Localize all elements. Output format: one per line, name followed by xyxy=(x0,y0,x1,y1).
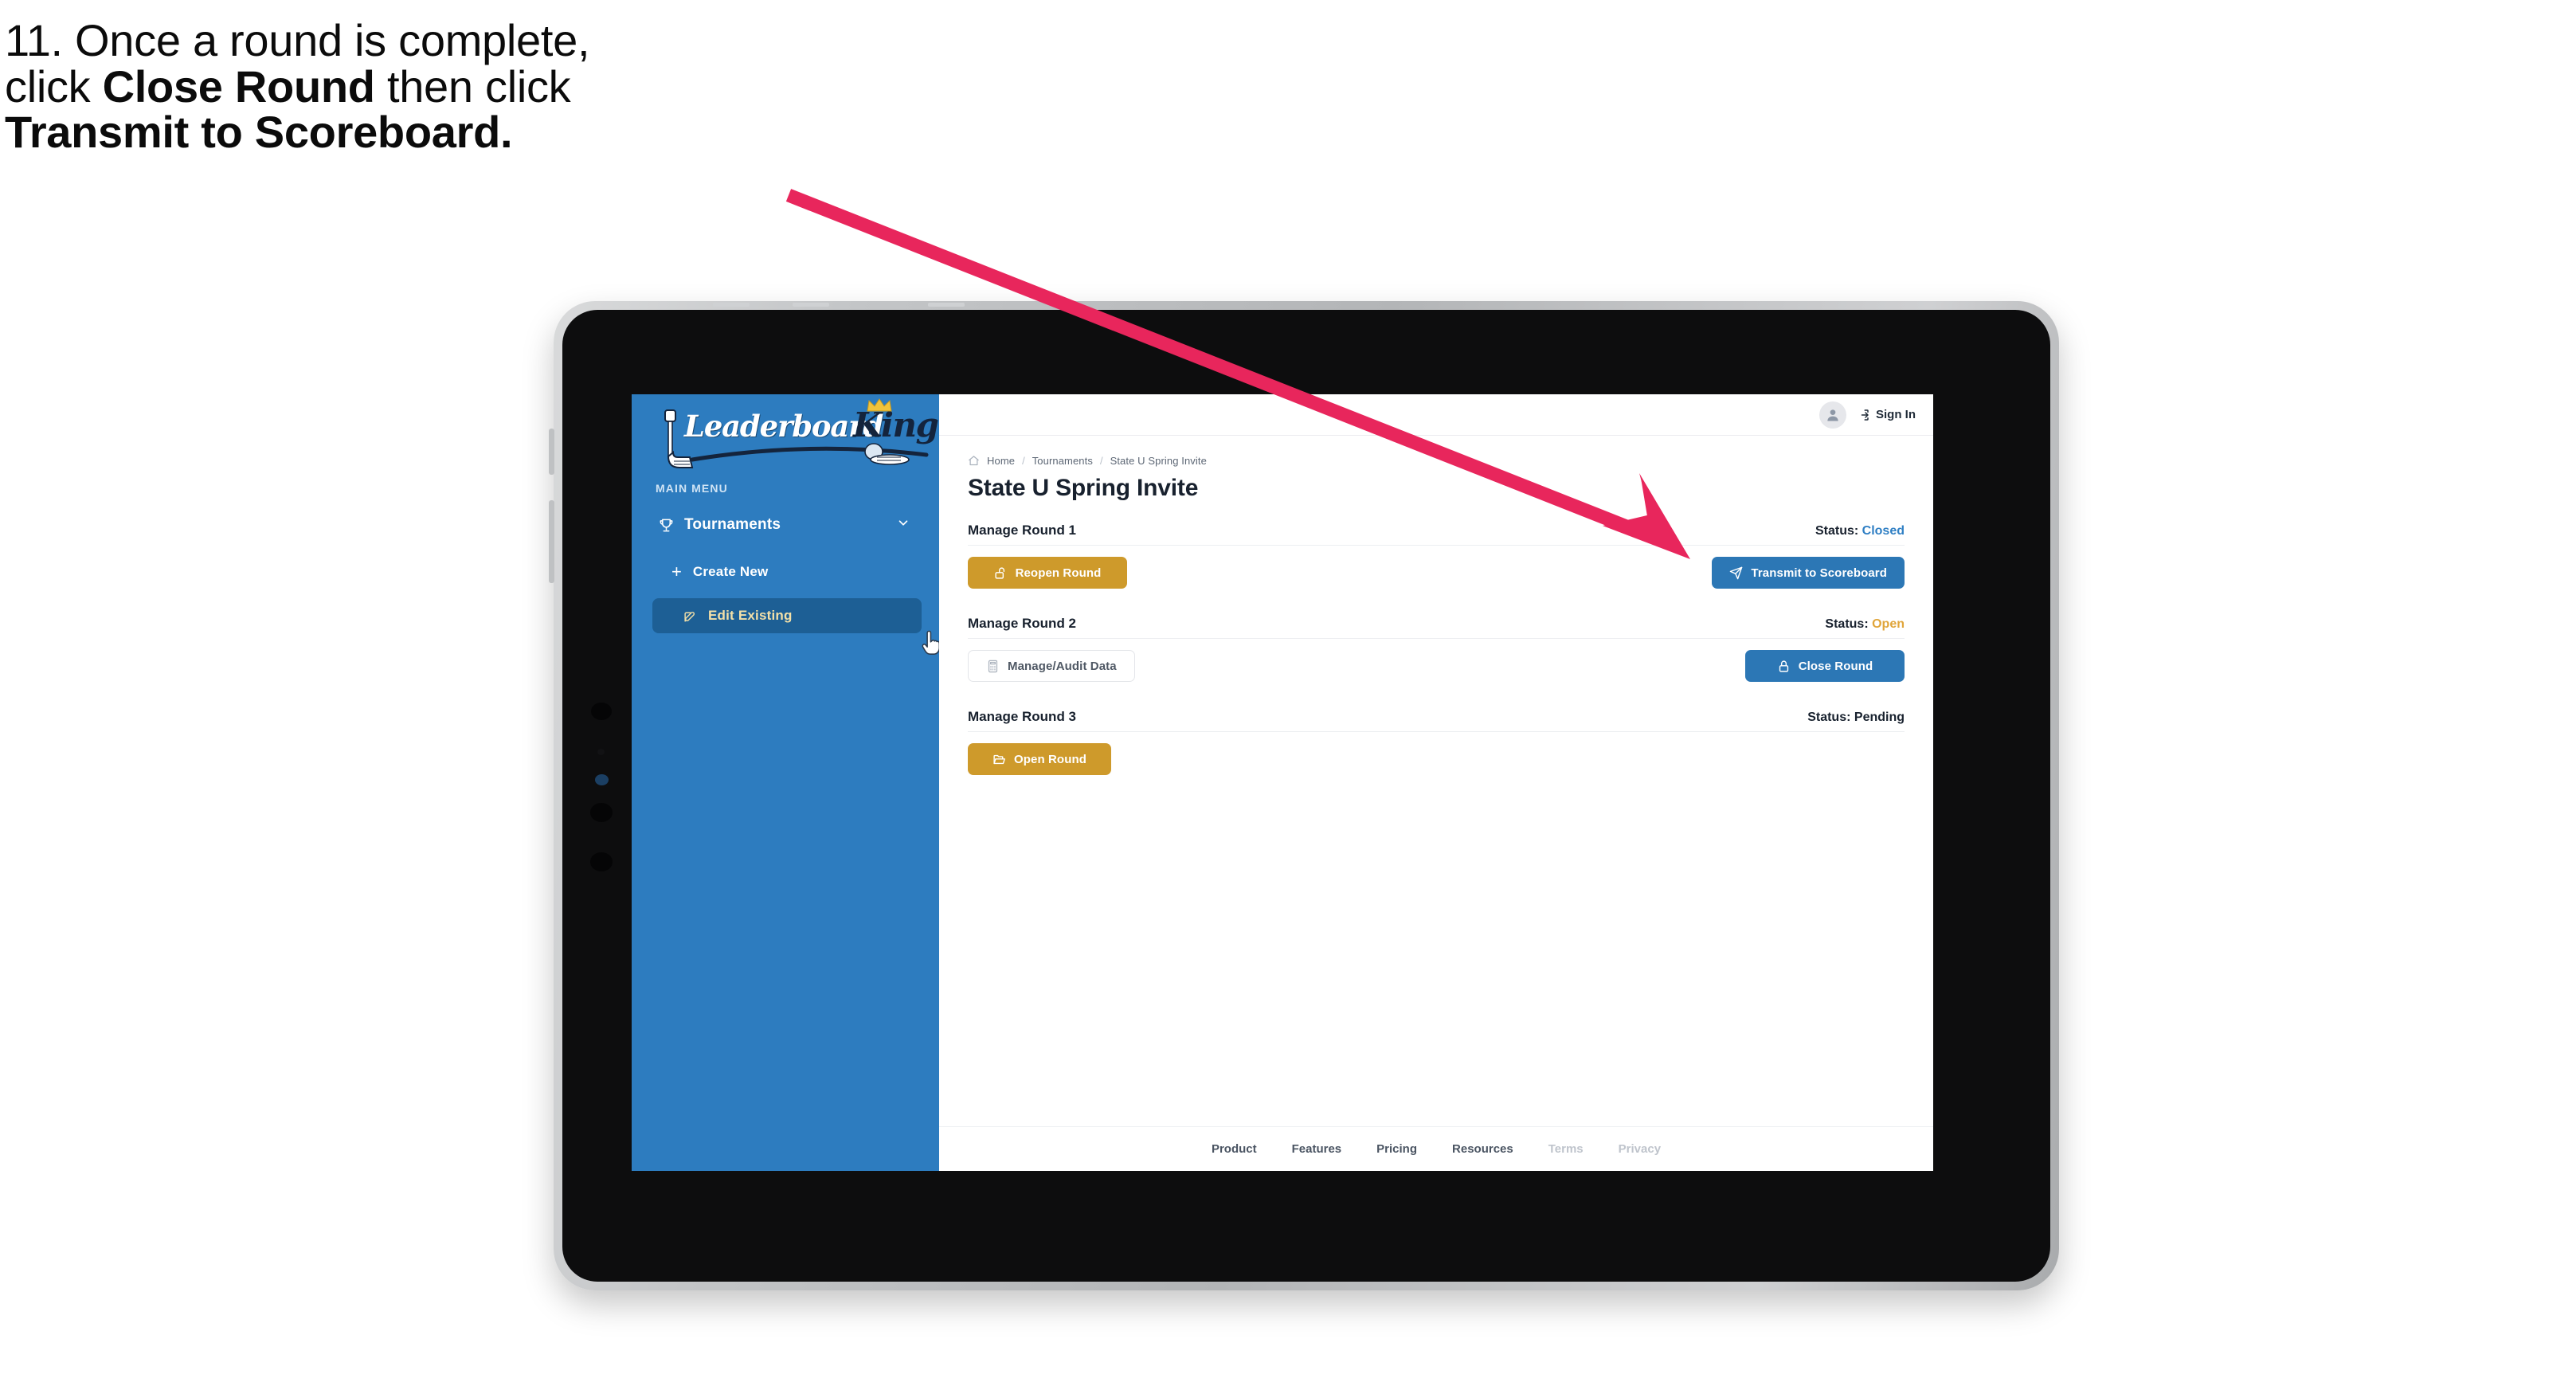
sign-in-arrow-icon xyxy=(1861,409,1869,421)
sidebar-item-tournaments-label: Tournaments xyxy=(684,516,781,533)
avatar[interactable] xyxy=(1819,401,1846,429)
breadcrumb-item-current: State U Spring Invite xyxy=(1110,455,1207,467)
breadcrumb: Home / Tournaments / State U Spring Invi… xyxy=(968,455,1905,467)
sidebar-item-create-new[interactable]: + Create New xyxy=(656,557,918,587)
sidebar-item-edit-existing-label: Edit Existing xyxy=(708,608,793,623)
close-round-label: Close Round xyxy=(1798,659,1873,673)
round-header: Manage Round 3 Status: Pending xyxy=(968,709,1905,732)
round-header: Manage Round 1 Status: Closed xyxy=(968,523,1905,546)
breadcrumb-item-tournaments[interactable]: Tournaments xyxy=(1032,455,1093,467)
caption-line-2-post: then click xyxy=(374,61,571,112)
status-badge: Status: Pending xyxy=(1807,711,1905,725)
breadcrumb-separator: / xyxy=(1022,455,1025,467)
sidebar-section-label: MAIN MENU xyxy=(656,482,728,495)
sign-in-button[interactable]: Sign In xyxy=(1856,408,1916,422)
footer-link-terms[interactable]: Terms xyxy=(1548,1142,1584,1156)
chevron-down-icon[interactable] xyxy=(896,516,910,534)
sidebar-item-tournaments[interactable]: Tournaments xyxy=(644,508,926,542)
page-content: Home / Tournaments / State U Spring Invi… xyxy=(939,436,1933,1126)
round-header: Manage Round 2 Status: Open xyxy=(968,616,1905,639)
app-logo[interactable]: Leaderboard King xyxy=(652,398,939,472)
breadcrumb-item-home[interactable]: Home xyxy=(987,455,1015,467)
bezel-speck xyxy=(713,303,750,307)
caption-line-1: 11. Once a round is complete, xyxy=(5,15,590,65)
footer-link-features[interactable]: Features xyxy=(1292,1142,1342,1156)
caption-line-3: Transmit to Scoreboard. xyxy=(5,109,849,155)
close-round-button[interactable]: Close Round xyxy=(1745,650,1905,682)
main-content: Sign In Home / Tournaments / State U Spr… xyxy=(939,394,1933,1171)
front-camera-icon xyxy=(591,703,612,720)
golf-ball-icon xyxy=(864,443,910,465)
footer: Product Features Pricing Resources Terms… xyxy=(939,1126,1933,1171)
app-screen: Leaderboard King MAIN MENU Tournaments +… xyxy=(632,394,1933,1171)
round-title: Manage Round 3 xyxy=(968,709,1077,724)
caption-line-2-pre: click xyxy=(5,61,103,112)
caption-line-2: click Close Round then click xyxy=(5,61,849,112)
manage-audit-data-label: Manage/Audit Data xyxy=(1008,659,1117,673)
footer-link-pricing[interactable]: Pricing xyxy=(1376,1142,1417,1156)
folder-open-icon xyxy=(993,754,1005,764)
status-badge: Status: Closed xyxy=(1815,524,1905,538)
bezel-speck xyxy=(793,303,829,307)
home-icon[interactable] xyxy=(968,455,980,467)
round-section-2: Manage Round 2 Status: Open Manage/Audit… xyxy=(968,616,1905,682)
screenshot-stage: 11. Once a round is complete, click Clos… xyxy=(0,0,2576,1386)
caption-close-round-emphasis: Close Round xyxy=(102,61,375,112)
trophy-icon xyxy=(656,518,676,533)
calculator-icon xyxy=(988,660,998,672)
sidebar-item-edit-existing[interactable]: Edit Existing xyxy=(652,598,922,633)
transmit-to-scoreboard-button[interactable]: Transmit to Scoreboard xyxy=(1712,557,1905,589)
instruction-caption: 11. Once a round is complete, click Clos… xyxy=(5,18,849,155)
open-round-label: Open Round xyxy=(1014,752,1086,766)
sensor-icon xyxy=(597,749,605,755)
round-section-1: Manage Round 1 Status: Closed Reopen Rou… xyxy=(968,523,1905,589)
footer-link-resources[interactable]: Resources xyxy=(1452,1142,1513,1156)
plus-icon: + xyxy=(671,562,682,581)
round-title: Manage Round 2 xyxy=(968,616,1077,631)
sensor-icon xyxy=(590,803,613,822)
status-value: Open xyxy=(1872,617,1905,631)
open-round-button[interactable]: Open Round xyxy=(968,743,1111,775)
round-title: Manage Round 1 xyxy=(968,523,1077,538)
manage-audit-data-button[interactable]: Manage/Audit Data xyxy=(968,650,1135,682)
bezel-speck xyxy=(928,303,965,307)
round-actions: Manage/Audit Data Close Round xyxy=(968,650,1905,682)
indicator-light-icon xyxy=(595,774,609,785)
user-avatar-icon xyxy=(1827,409,1838,421)
status-label: Status: xyxy=(1815,524,1859,538)
footer-link-privacy[interactable]: Privacy xyxy=(1619,1142,1661,1156)
page-title: State U Spring Invite xyxy=(968,475,1199,501)
round-section-3: Manage Round 3 Status: Pending Open Roun… xyxy=(968,709,1905,775)
sign-in-label: Sign In xyxy=(1876,408,1916,421)
round-actions: Reopen Round Transmit to Scoreboard xyxy=(968,557,1905,589)
unlock-icon xyxy=(994,566,1004,579)
sidebar-item-create-new-label: Create New xyxy=(692,564,769,579)
transmit-to-scoreboard-label: Transmit to Scoreboard xyxy=(1751,566,1887,580)
crown-icon xyxy=(867,398,892,412)
volume-up-button[interactable] xyxy=(549,429,554,475)
lock-icon xyxy=(1779,660,1788,672)
footer-link-product[interactable]: Product xyxy=(1212,1142,1257,1156)
breadcrumb-separator: / xyxy=(1099,455,1103,467)
status-value: Closed xyxy=(1862,524,1905,538)
status-value: Pending xyxy=(1854,711,1905,724)
status-label: Status: xyxy=(1807,711,1851,724)
volume-down-button[interactable] xyxy=(549,500,554,583)
round-actions: Open Round xyxy=(968,743,1905,775)
caption-transmit-emphasis: Transmit to Scoreboard. xyxy=(5,107,513,158)
status-label: Status: xyxy=(1825,617,1869,631)
sidebar: Leaderboard King MAIN MENU Tournaments +… xyxy=(632,394,941,1171)
status-badge: Status: Open xyxy=(1825,617,1905,632)
reopen-round-button[interactable]: Reopen Round xyxy=(968,557,1127,589)
reopen-round-label: Reopen Round xyxy=(1015,566,1102,580)
paper-plane-icon xyxy=(1730,566,1743,579)
top-bar: Sign In xyxy=(939,394,1933,436)
edit-square-icon xyxy=(679,609,700,623)
sensor-icon xyxy=(590,852,613,871)
